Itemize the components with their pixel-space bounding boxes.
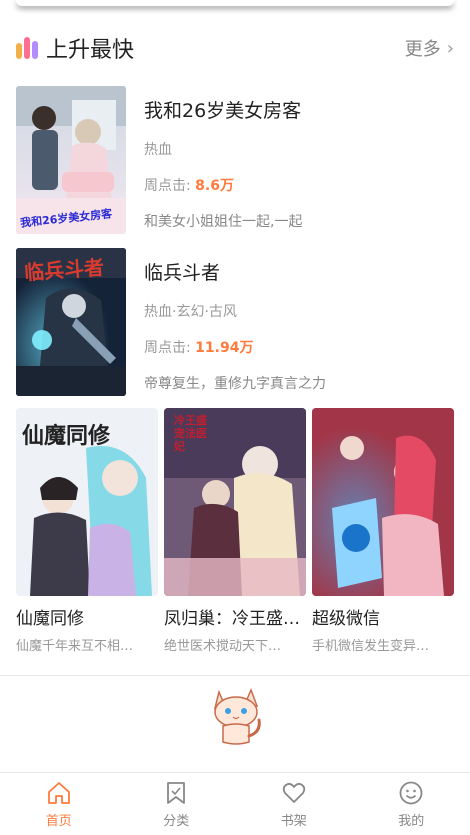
cover-art-chaojiweixin: [312, 408, 454, 596]
clicks-value: 8.6万: [195, 178, 234, 194]
tab-category[interactable]: 分类: [118, 773, 236, 835]
book-weekly-clicks: 周点击: 8.6万: [144, 175, 302, 195]
tab-label: 首页: [45, 813, 72, 829]
book-title[interactable]: 临兵斗者: [144, 258, 326, 285]
grid-book-item[interactable]: 超级微信 手机微信发生变异…: [312, 408, 454, 654]
more-button[interactable]: 更多 ›: [405, 35, 454, 61]
book-info: 临兵斗者 热血·玄幻·古风 周点击: 11.94万 帝尊复生，重修九字真言之力: [144, 248, 326, 396]
clicks-value: 11.94万: [195, 340, 254, 356]
book-cover[interactable]: 冷王盛宠法医妃: [164, 408, 306, 596]
book-description: 手机微信发生变异…: [312, 639, 430, 654]
section-header: 上升最快 更多 ›: [16, 30, 454, 66]
book-cover[interactable]: [312, 408, 454, 596]
section-title: 上升最快: [46, 38, 135, 63]
book-description: 仙魔千年来互不相…: [16, 639, 134, 654]
clicks-label: 周点击:: [144, 178, 191, 194]
tab-label: 我的: [398, 813, 425, 829]
book-title[interactable]: 我和26岁美女房客: [144, 96, 302, 123]
book-tags: 热血: [144, 142, 172, 158]
book-title[interactable]: 凤归巢：冷王盛…: [164, 604, 306, 629]
book-tags: 热血·玄幻·古风: [144, 304, 237, 320]
book-weekly-clicks: 周点击: 11.94万: [144, 337, 326, 357]
featured-book-item[interactable]: 我和26岁美女房客 我和26岁美女房客 热血 周点击: 8.6万 和美女小姐姐住…: [16, 86, 454, 234]
book-grid: 仙魔同修 仙魔同修 仙魔千年来互不相… 冷王盛宠法医妃 凤归巢：冷王盛… 绝世医…: [16, 408, 454, 654]
book-description: 绝世医术搅动天下…: [164, 639, 282, 654]
bookmark-icon: [167, 781, 186, 804]
previous-card-shadow: [16, 0, 454, 6]
book-title[interactable]: 超级微信: [312, 604, 454, 629]
smiley-icon: [399, 781, 423, 804]
bottom-tab-bar: 首页 分类 书架 我的: [0, 772, 470, 835]
more-label: 更多: [404, 39, 441, 60]
cat-mascot-icon: [213, 687, 261, 745]
book-description: 和美女小姐姐住一起,一起: [144, 214, 303, 230]
section-divider: [0, 675, 470, 676]
clicks-label: 周点击:: [144, 340, 191, 356]
book-cover[interactable]: 我和26岁美女房客: [16, 86, 126, 234]
grid-book-item[interactable]: 冷王盛宠法医妃 凤归巢：冷王盛… 绝世医术搅动天下…: [164, 408, 306, 654]
book-info: 我和26岁美女房客 热血 周点击: 8.6万 和美女小姐姐住一起,一起: [144, 86, 302, 234]
section-title-group: 上升最快: [16, 32, 134, 64]
cover-title-text: 临兵斗者: [23, 255, 105, 285]
cover-title-text: 仙魔同修: [22, 424, 111, 449]
home-icon: [47, 781, 70, 804]
tab-label: 分类: [163, 813, 190, 829]
featured-book-item[interactable]: 临兵斗者 临兵斗者 热血·玄幻·古风 周点击: 11.94万 帝尊复生，重修九字…: [16, 248, 454, 396]
heart-icon: [282, 782, 305, 803]
book-title[interactable]: 仙魔同修: [16, 604, 158, 629]
chevron-right-icon: ›: [446, 37, 454, 59]
book-cover[interactable]: 临兵斗者: [16, 248, 126, 396]
tab-home[interactable]: 首页: [0, 773, 118, 835]
tab-label: 书架: [280, 813, 307, 829]
grid-book-item[interactable]: 仙魔同修 仙魔同修 仙魔千年来互不相…: [16, 408, 158, 654]
tab-profile[interactable]: 我的: [353, 773, 470, 835]
rising-chart-icon: [16, 37, 38, 59]
book-description: 帝尊复生，重修九字真言之力: [144, 376, 326, 392]
tab-bookshelf[interactable]: 书架: [235, 773, 353, 835]
book-cover[interactable]: 仙魔同修: [16, 408, 158, 596]
cover-title-text: 冷王盛宠法医妃: [174, 414, 207, 453]
